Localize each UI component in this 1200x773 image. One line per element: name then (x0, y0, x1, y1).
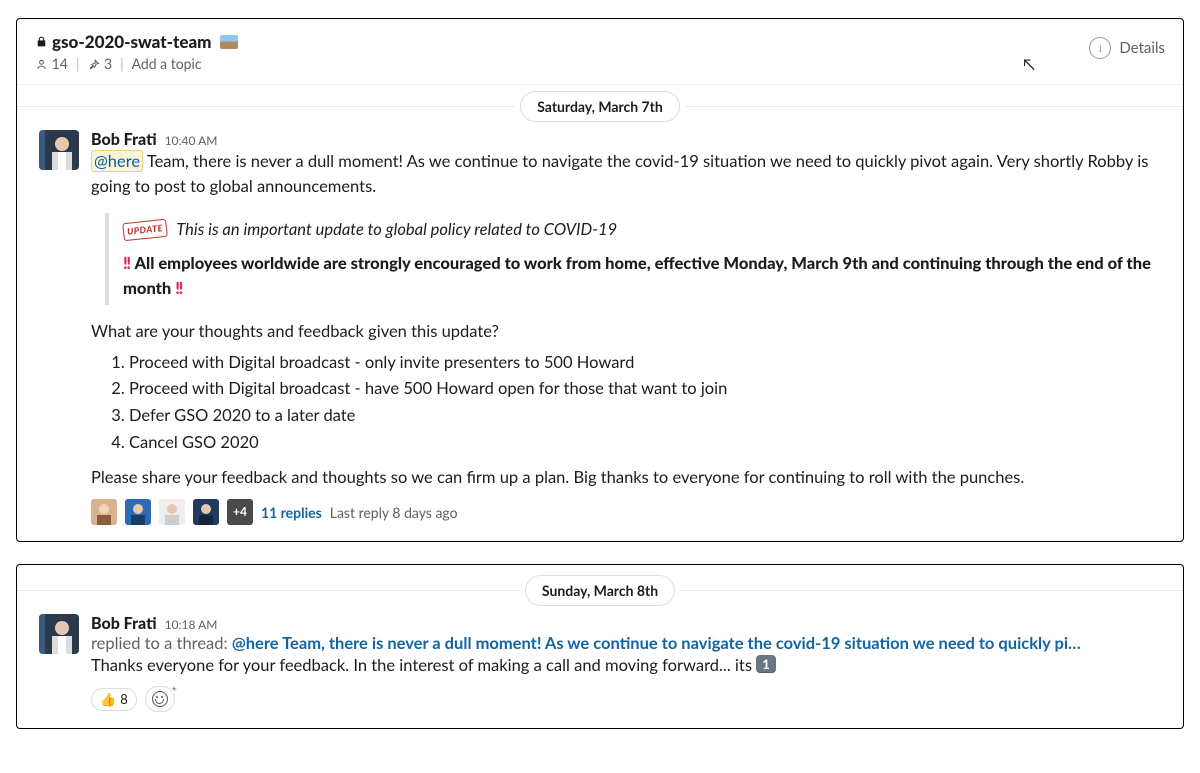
date-pill[interactable]: Saturday, March 7th (520, 91, 680, 122)
add-reaction-button[interactable]: + (145, 686, 175, 712)
message-body: @here Team, there is never a dull moment… (91, 149, 1161, 525)
pinned-count[interactable]: 3 (87, 55, 112, 72)
member-count[interactable]: 14 (35, 55, 68, 72)
keycap-one-icon: 1 (756, 655, 776, 673)
avatar[interactable] (39, 130, 79, 170)
channel-header: gso-2020-swat-team 14 | 3 | Add a topic … (17, 19, 1183, 85)
info-icon: i (1089, 37, 1111, 59)
list-item: Cancel GSO 2020 (129, 430, 1161, 455)
followup-question: What are your thoughts and feedback give… (91, 319, 1161, 344)
date-divider: Saturday, March 7th (17, 91, 1183, 122)
thread-context-link[interactable]: @here Team, there is never a dull moment… (232, 633, 1081, 653)
here-mention[interactable]: @here (91, 150, 143, 172)
message-panel-1: ↖ gso-2020-swat-team 14 | 3 | Add a topi… (16, 18, 1184, 542)
options-list: Proceed with Digital broadcast - only in… (91, 350, 1161, 455)
message-author[interactable]: Bob Frati (91, 614, 157, 633)
thread-reply-context: replied to a thread: @here Team, there i… (91, 633, 1161, 653)
thumbsup-icon: 👍 (100, 691, 116, 708)
date-divider: Sunday, March 8th (17, 575, 1183, 606)
thread-avatar (159, 499, 185, 525)
details-button[interactable]: i Details (1089, 31, 1165, 59)
add-topic-link[interactable]: Add a topic (132, 55, 202, 72)
lock-icon (35, 35, 48, 48)
message-1: Bob Frati 10:40 AM @here Team, there is … (17, 126, 1183, 531)
channel-name: gso-2020-swat-team (52, 31, 212, 52)
channel-info: gso-2020-swat-team 14 | 3 | Add a topic (35, 31, 238, 72)
bangbang-icon: ‼ (175, 278, 183, 298)
message-header: Bob Frati 10:18 AM (91, 614, 1161, 633)
update-stamp-icon: UPDATE (122, 218, 168, 240)
list-item: Proceed with Digital broadcast - have 50… (129, 376, 1161, 401)
reaction-thumbsup[interactable]: 👍 8 (91, 688, 137, 711)
mouse-cursor-icon: ↖ (1023, 55, 1035, 74)
plus-icon: + (172, 684, 177, 693)
message-body: Thanks everyone for your feedback. In th… (91, 653, 1161, 678)
thread-avatar (193, 499, 219, 525)
message-time[interactable]: 10:18 AM (165, 617, 218, 632)
message-text-1: Team, there is never a dull moment! As w… (91, 151, 1148, 196)
reply-body-text: Thanks everyone for your feedback. In th… (91, 655, 756, 675)
quoted-attachment: UPDATE This is an important update to gl… (105, 213, 1161, 305)
last-reply-meta: Last reply 8 days ago (330, 502, 458, 523)
channel-emoji-icon (220, 35, 238, 49)
channel-subheader: 14 | 3 | Add a topic (35, 55, 238, 72)
reactions-row: 👍 8 + (91, 686, 1161, 712)
quote-intro: This is an important update to global po… (176, 219, 617, 239)
message-author[interactable]: Bob Frati (91, 130, 157, 149)
channel-title[interactable]: gso-2020-swat-team (35, 31, 238, 52)
message-panel-2: Sunday, March 8th Bob Frati 10:18 AM rep… (16, 564, 1184, 729)
smiley-icon (152, 691, 168, 707)
bangbang-icon: ‼ (123, 253, 131, 273)
thread-avatar (125, 499, 151, 525)
thread-avatar (91, 499, 117, 525)
reaction-count: 8 (120, 691, 128, 707)
message-2: Bob Frati 10:18 AM replied to a thread: … (17, 610, 1183, 718)
thread-avatar-overflow: +4 (227, 499, 253, 525)
date-pill[interactable]: Sunday, March 8th (525, 575, 675, 606)
thread-summary[interactable]: +4 11 replies Last reply 8 days ago (91, 499, 1161, 525)
list-item: Defer GSO 2020 to a later date (129, 403, 1161, 428)
list-item: Proceed with Digital broadcast - only in… (129, 350, 1161, 375)
avatar[interactable] (39, 614, 79, 654)
reply-context-prefix: replied to a thread: (91, 633, 232, 653)
message-time[interactable]: 10:40 AM (165, 133, 218, 148)
message-header: Bob Frati 10:40 AM (91, 130, 1161, 149)
closing-text: Please share your feedback and thoughts … (91, 465, 1161, 490)
details-label: Details (1119, 39, 1165, 57)
quote-main: All employees worldwide are strongly enc… (123, 253, 1151, 298)
replies-link[interactable]: 11 replies (261, 502, 322, 523)
